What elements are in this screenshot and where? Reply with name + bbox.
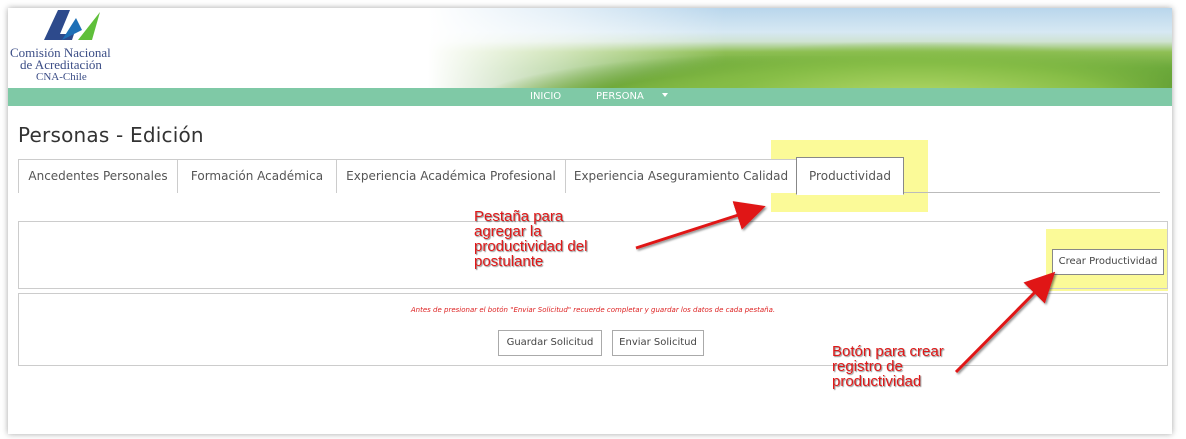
tab-annotation: Pestaña para agregar la productividad de… (474, 209, 634, 269)
tab-experiencia-academica-profesional[interactable]: Experiencia Académica Profesional (336, 159, 566, 193)
page: Comisión Nacional de Acreditación CNA-Ch… (8, 8, 1172, 434)
tab-antecedentes-personales[interactable]: Ancedentes Personales (18, 159, 178, 193)
button-annotation-line: productividad (832, 373, 922, 390)
header: Comisión Nacional de Acreditación CNA-Ch… (8, 8, 1172, 106)
tab-formacion-academica[interactable]: Formación Académica (177, 159, 337, 193)
main-navbar: INICIO PERSONA (8, 88, 1172, 106)
nav-item-inicio[interactable]: INICIO (530, 91, 561, 103)
tab-bar: Ancedentes Personales Formación Académic… (18, 155, 1168, 195)
nav-item-persona[interactable]: PERSONA (596, 91, 644, 103)
send-request-button[interactable]: Enviar Solicitud (612, 330, 704, 356)
tab-annotation-line: postulante (474, 253, 544, 270)
logo-mark-icon (44, 10, 100, 40)
tab-experiencia-aseguramiento-calidad[interactable]: Experiencia Aseguramiento Calidad (565, 159, 797, 193)
button-annotation-line: registro de (832, 358, 903, 375)
page-title: Personas - Edición (18, 123, 204, 147)
button-annotation-line: Botón para crear (832, 343, 944, 360)
tab-annotation-line: agregar la (474, 223, 542, 240)
tab-annotation-line: productividad del (474, 238, 588, 255)
create-productividad-button[interactable]: Crear Productividad (1052, 249, 1164, 275)
tab-productividad[interactable]: Productividad (796, 157, 904, 195)
logo-text-line2: de Acreditación (20, 57, 102, 72)
save-request-button[interactable]: Guardar Solicitud (498, 330, 602, 356)
warning-text: Antes de presionar el botón "Enviar Soli… (410, 306, 776, 314)
landscape-banner (428, 8, 1172, 106)
submit-panel: Antes de presionar el botón "Enviar Soli… (18, 293, 1168, 366)
button-annotation: Botón para crear registro de productivid… (832, 344, 992, 389)
logo-text-line3: CNA-Chile (36, 71, 87, 83)
tab-annotation-line: Pestaña para (474, 208, 564, 225)
cna-logo[interactable]: Comisión Nacional de Acreditación CNA-Ch… (8, 8, 138, 88)
chevron-down-icon[interactable] (662, 93, 668, 97)
